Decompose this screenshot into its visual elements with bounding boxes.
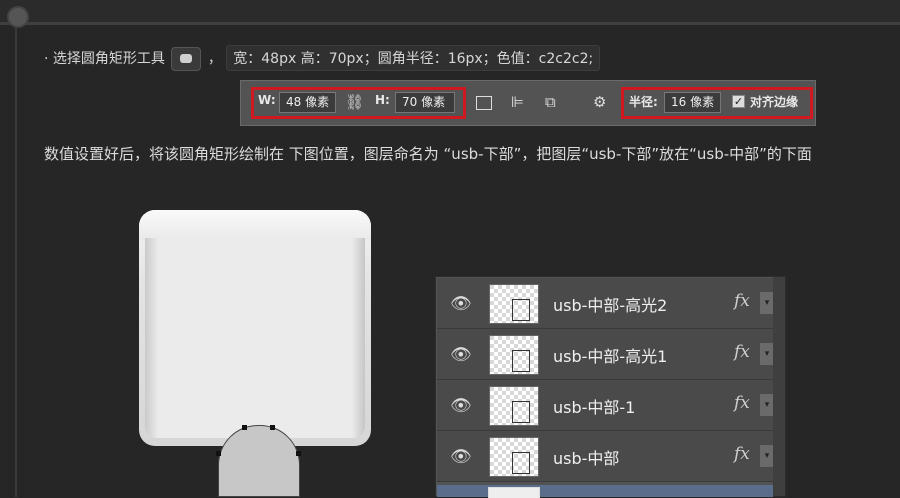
layer-thumbnail xyxy=(489,284,539,324)
layer-name[interactable]: usb-中部-高光1 xyxy=(553,343,667,367)
fx-icon[interactable]: fx xyxy=(734,342,750,362)
top-bar xyxy=(0,0,900,28)
chevron-down-icon[interactable]: ▾ xyxy=(760,343,774,365)
chevron-down-icon[interactable]: ▾ xyxy=(760,292,774,314)
instruction-comma: ， xyxy=(207,51,222,67)
layers-scrollbar[interactable] xyxy=(773,277,785,496)
chevron-down-icon[interactable]: ▾ xyxy=(760,445,774,467)
height-label: H: xyxy=(375,93,390,107)
timeline-line xyxy=(15,28,17,497)
radius-field[interactable]: 16 像素 xyxy=(664,92,721,113)
instruction-bullet: · 选择圆角矩形工具 xyxy=(44,51,165,67)
layer-name[interactable]: usb-中部-1 xyxy=(553,394,635,418)
usb-body-shape xyxy=(139,210,371,446)
visibility-eye-icon[interactable]: 👁 xyxy=(450,345,472,365)
layer-thumbnail xyxy=(488,487,540,498)
layer-row[interactable]: 👁 usb-中部-1 fx ▾ xyxy=(437,380,774,431)
anchor-point xyxy=(270,425,275,430)
chevron-down-icon[interactable]: ▾ xyxy=(760,394,774,416)
layer-thumbnail xyxy=(489,335,539,375)
align-edges-label: 对齐边缘 xyxy=(750,95,799,109)
layer-row[interactable]: 👁 usb-中部 fx ▾ xyxy=(437,431,774,482)
instruction-line: · 选择圆角矩形工具 ， 宽：48px 高：70px；圆角半径：16px；色值：… xyxy=(44,45,601,71)
path-ops-icon[interactable] xyxy=(476,96,492,110)
visibility-eye-icon[interactable]: 👁 xyxy=(450,294,472,314)
layers-panel: 👁 usb-中部-高光2 fx ▾ 👁 usb-中部-高光1 fx ▾ 👁 us… xyxy=(435,276,786,498)
arrange-icon[interactable]: ⧉ xyxy=(545,93,556,111)
layer-name[interactable]: usb-中部-高光2 xyxy=(553,292,667,316)
visibility-eye-icon[interactable]: 👁 xyxy=(450,396,472,416)
instruction-paragraph: 数值设置好后，将该圆角矩形绘制在 下图位置，图层命名为 “usb-下部”，把图层… xyxy=(44,145,812,163)
layer-thumbnail xyxy=(489,386,539,426)
fx-icon[interactable]: fx xyxy=(734,291,750,311)
usb-lower-shape xyxy=(218,425,300,497)
height-field[interactable]: 70 像素 xyxy=(395,92,455,113)
width-field[interactable]: 48 像素 xyxy=(279,92,336,113)
layer-row[interactable]: 👁 usb-中部-高光1 fx ▾ xyxy=(437,329,774,380)
align-icon[interactable]: ⊫ xyxy=(511,93,524,111)
align-edges-checkbox[interactable]: ✓ xyxy=(732,95,745,108)
rounded-rectangle-tool-icon xyxy=(171,47,202,71)
anchor-point xyxy=(216,451,221,456)
anchor-point xyxy=(296,451,301,456)
fx-icon[interactable]: fx xyxy=(734,393,750,413)
avatar xyxy=(7,6,29,28)
options-toolbar: W: 48 像素 ⛓ H: 70 像素 ⊫ ⧉ ⚙ 半径: 16 像素 ✓ 对齐… xyxy=(240,80,816,126)
layer-thumbnail xyxy=(489,437,539,477)
width-label: W: xyxy=(258,93,276,107)
anchor-point xyxy=(242,425,247,430)
layer-row[interactable]: 👁 usb-中部-高光2 fx ▾ xyxy=(437,278,774,329)
layer-name[interactable]: usb-中部 xyxy=(553,445,619,469)
gear-icon[interactable]: ⚙ xyxy=(593,93,606,111)
visibility-eye-icon[interactable]: 👁 xyxy=(450,447,472,467)
fx-icon[interactable]: fx xyxy=(734,444,750,464)
link-icon[interactable]: ⛓ xyxy=(345,93,364,111)
instruction-specs: 宽：48px 高：70px；圆角半径：16px；色值：c2c2c2; xyxy=(226,45,601,71)
radius-label: 半径: xyxy=(629,95,658,109)
